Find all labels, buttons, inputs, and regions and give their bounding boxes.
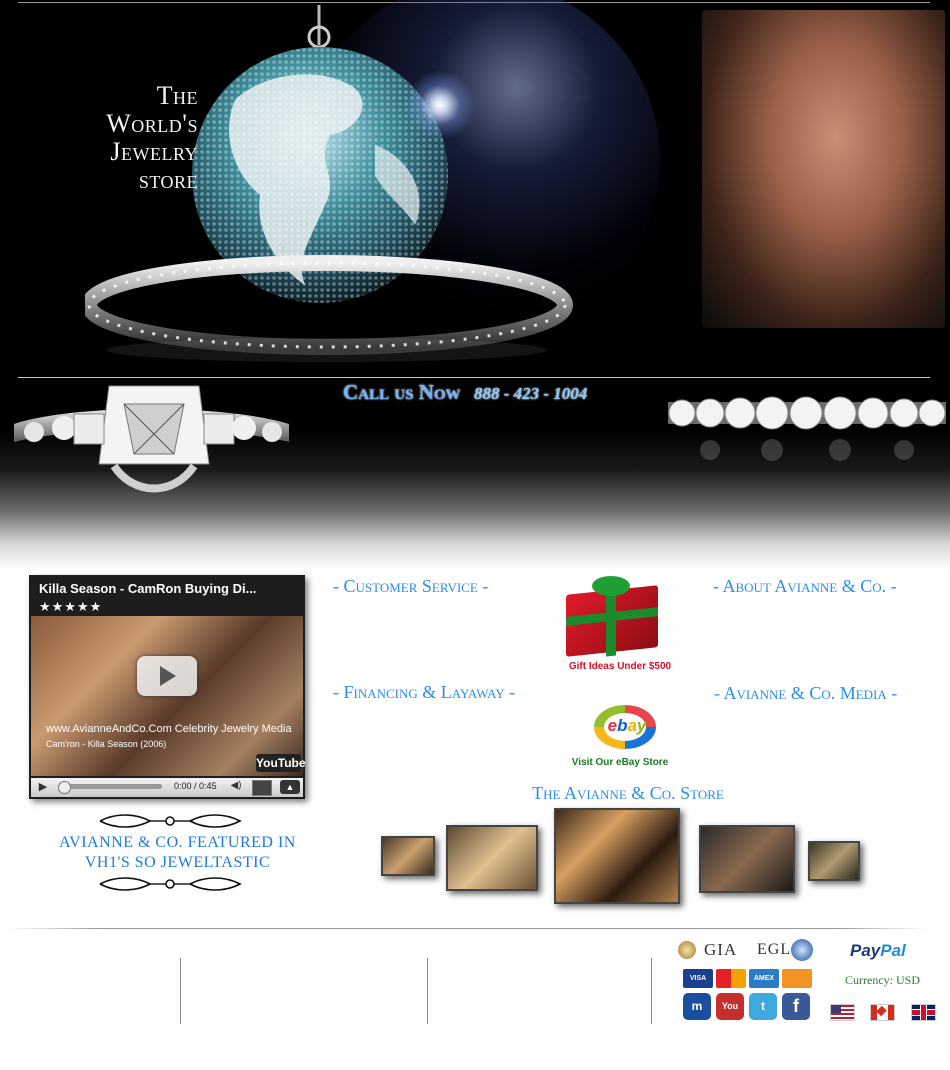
currency-label: Currency: USD <box>845 973 920 987</box>
tagline-line: The <box>156 81 198 110</box>
footer-column-divider <box>427 958 428 1024</box>
video-overlay-caption: www.AvianneAndCo.Com Celebrity Jewelry M… <box>46 723 292 735</box>
menu-icon[interactable]: ▲ <box>280 780 300 794</box>
screen-size-icon[interactable] <box>252 780 272 796</box>
mastercard-icon <box>716 969 746 988</box>
discover-card-icon <box>782 969 812 988</box>
volume-icon[interactable]: ◀) <box>226 780 246 794</box>
store-photo-thumbnail[interactable] <box>699 825 795 893</box>
gia-seal-icon <box>678 941 696 959</box>
video-time: 0:00 / 0:45 <box>174 781 217 791</box>
footer-divider <box>8 928 928 929</box>
nav-financing-layaway[interactable]: - Financing & Layaway - <box>333 682 515 703</box>
store-photo-thumbnail[interactable] <box>381 836 435 876</box>
call-us-label: Call us Now <box>343 380 461 404</box>
model-portrait-image <box>702 10 945 328</box>
diamond-bracelet-image <box>668 396 946 461</box>
video-title[interactable]: Killa Season - CamRon Buying Di... <box>39 581 301 596</box>
footer-column-divider <box>180 958 181 1024</box>
hero-divider <box>18 377 930 378</box>
egl-seal-icon <box>791 939 813 961</box>
control-play-icon[interactable]: ▶ <box>36 781 50 794</box>
store-photo-thumbnail[interactable] <box>808 841 860 881</box>
youtube-logo[interactable]: YouTube <box>256 754 306 772</box>
footer-column-divider <box>651 958 652 1024</box>
facebook-icon[interactable]: f <box>782 993 810 1020</box>
paypal-pay-text: Pay <box>850 941 881 960</box>
seek-handle[interactable] <box>58 781 71 794</box>
store-heading[interactable]: The Avianne & Co. Store <box>523 783 733 804</box>
featured-caption[interactable]: AVIANNE & CO. FEATURED IN VH1'S SO JEWEL… <box>40 833 315 873</box>
egl-logo[interactable]: EGL <box>757 941 791 959</box>
play-icon <box>160 666 176 686</box>
tagline-line: Jewelry <box>110 137 198 166</box>
gift-ideas-link[interactable]: Gift Ideas Under $500 <box>563 661 677 672</box>
uk-flag-cross <box>920 1005 927 1020</box>
nav-about[interactable]: - About Avianne & Co. - <box>713 576 897 597</box>
tagline-line: World's <box>106 109 198 138</box>
video-thumbnail[interactable] <box>31 616 303 776</box>
call-us-banner[interactable]: Call us Now 888 - 423 - 1004 <box>343 380 587 404</box>
phone-number[interactable]: 888 - 423 - 1004 <box>474 384 587 403</box>
youtube-icon[interactable]: You Tube <box>716 993 744 1038</box>
store-photo-thumbnail[interactable] <box>554 808 680 904</box>
ebay-wordmark: ebay <box>607 716 647 735</box>
light-flare <box>405 70 475 140</box>
us-flag-canton <box>831 1005 841 1013</box>
tagline-line: store <box>138 165 198 194</box>
hero-tagline: The World's Jewelry store <box>60 82 198 194</box>
seek-bar[interactable] <box>58 784 162 789</box>
paypal-pal-text: Pal <box>880 941 906 960</box>
gia-logo[interactable]: GIA <box>704 940 737 960</box>
ebay-store-link[interactable]: Visit Our eBay Store <box>563 757 677 768</box>
gift-bow <box>592 576 630 596</box>
featured-caption-line: AVIANNE & CO. FEATURED IN <box>59 834 296 851</box>
nav-media[interactable]: - Avianne & Co. Media - <box>714 683 897 704</box>
hero-banner: The World's Jewelry store Call us Now 88… <box>0 0 950 570</box>
ornament-divider-icon <box>99 877 242 891</box>
featured-caption-line: VH1'S SO JEWELTASTIC <box>84 854 271 871</box>
video-overlay-subcaption: Cam'ron - Killa Season (2006) <box>46 739 167 749</box>
amex-card-icon: AMEX <box>749 969 779 988</box>
paypal-logo[interactable]: PayPal <box>850 941 906 961</box>
nav-customer-service[interactable]: - Customer Service - <box>333 576 488 597</box>
diamond-ring-image <box>14 385 289 493</box>
visa-card-icon: VISA <box>683 969 713 988</box>
twitter-icon[interactable]: t <box>749 993 777 1020</box>
store-photo-thumbnail[interactable] <box>446 825 538 891</box>
video-rating-stars: ★★★★★ <box>39 599 103 614</box>
myspace-icon[interactable]: m <box>683 993 711 1020</box>
ornament-divider-icon <box>99 814 242 828</box>
